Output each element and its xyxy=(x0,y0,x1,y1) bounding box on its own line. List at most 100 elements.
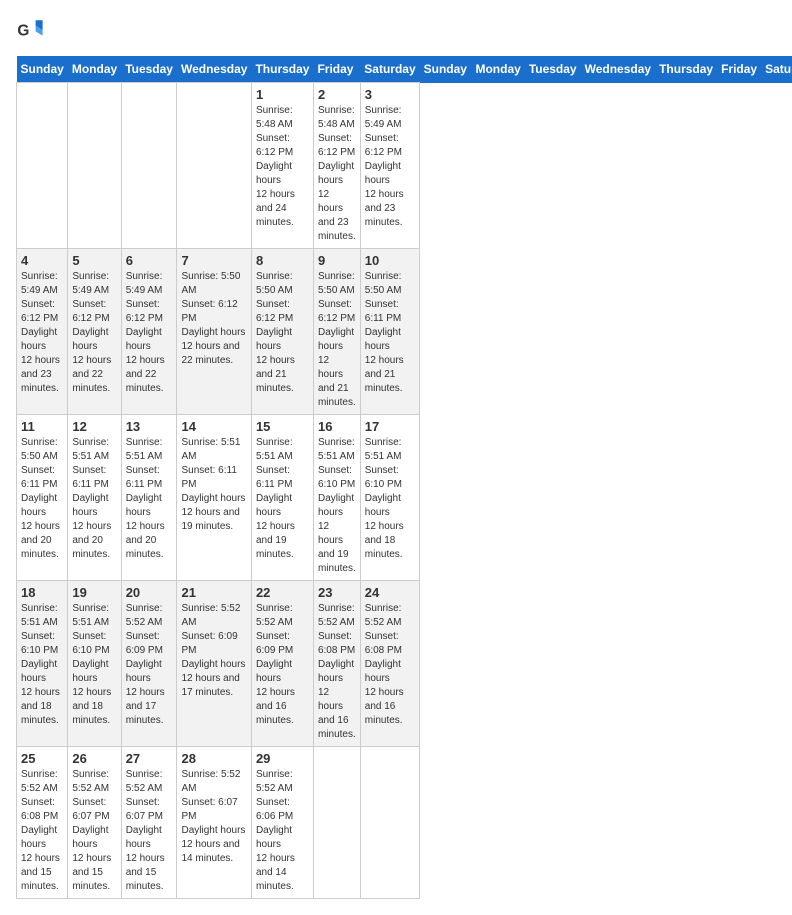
column-header-monday: Monday xyxy=(471,56,524,83)
day-info: Sunrise: 5:51 AM Sunset: 6:11 PM Dayligh… xyxy=(72,436,116,562)
day-info: Sunrise: 5:51 AM Sunset: 6:10 PM Dayligh… xyxy=(318,436,356,576)
logo: G xyxy=(16,16,48,44)
day-number: 8 xyxy=(256,253,309,268)
general-blue-icon: G xyxy=(16,16,44,44)
day-number: 29 xyxy=(256,751,309,766)
header-tuesday: Tuesday xyxy=(121,56,177,83)
day-number: 16 xyxy=(318,419,356,434)
calendar-cell: 1 Sunrise: 5:48 AM Sunset: 6:12 PM Dayli… xyxy=(251,83,313,249)
calendar-cell: 11 Sunrise: 5:50 AM Sunset: 6:11 PM Dayl… xyxy=(17,415,68,581)
day-info: Sunrise: 5:48 AM Sunset: 6:12 PM Dayligh… xyxy=(256,104,309,230)
calendar-cell: 28 Sunrise: 5:52 AM Sunset: 6:07 PM Dayl… xyxy=(177,747,251,899)
day-number: 26 xyxy=(72,751,116,766)
day-number: 12 xyxy=(72,419,116,434)
day-info: Sunrise: 5:48 AM Sunset: 6:12 PM Dayligh… xyxy=(318,104,356,244)
day-info: Sunrise: 5:52 AM Sunset: 6:09 PM Dayligh… xyxy=(126,602,173,728)
svg-text:G: G xyxy=(17,23,29,40)
day-number: 19 xyxy=(72,585,116,600)
calendar-cell xyxy=(360,747,419,899)
day-info: Sunrise: 5:52 AM Sunset: 6:07 PM Dayligh… xyxy=(181,768,246,866)
day-number: 2 xyxy=(318,87,356,102)
day-info: Sunrise: 5:52 AM Sunset: 6:08 PM Dayligh… xyxy=(21,768,63,894)
day-number: 24 xyxy=(365,585,415,600)
calendar-cell xyxy=(313,747,360,899)
calendar-cell: 24 Sunrise: 5:52 AM Sunset: 6:08 PM Dayl… xyxy=(360,581,419,747)
calendar-table: SundayMondayTuesdayWednesdayThursdayFrid… xyxy=(16,56,792,899)
day-number: 17 xyxy=(365,419,415,434)
day-number: 11 xyxy=(21,419,63,434)
day-number: 10 xyxy=(365,253,415,268)
day-info: Sunrise: 5:51 AM Sunset: 6:10 PM Dayligh… xyxy=(365,436,415,562)
day-info: Sunrise: 5:50 AM Sunset: 6:12 PM Dayligh… xyxy=(318,270,356,410)
day-number: 15 xyxy=(256,419,309,434)
calendar-cell: 2 Sunrise: 5:48 AM Sunset: 6:12 PM Dayli… xyxy=(313,83,360,249)
calendar-week-5: 25 Sunrise: 5:52 AM Sunset: 6:08 PM Dayl… xyxy=(17,747,792,899)
calendar-week-1: 1 Sunrise: 5:48 AM Sunset: 6:12 PM Dayli… xyxy=(17,83,792,249)
day-info: Sunrise: 5:52 AM Sunset: 6:09 PM Dayligh… xyxy=(181,602,246,700)
calendar-cell: 22 Sunrise: 5:52 AM Sunset: 6:09 PM Dayl… xyxy=(251,581,313,747)
day-info: Sunrise: 5:49 AM Sunset: 6:12 PM Dayligh… xyxy=(365,104,415,230)
day-number: 6 xyxy=(126,253,173,268)
calendar-cell: 20 Sunrise: 5:52 AM Sunset: 6:09 PM Dayl… xyxy=(121,581,177,747)
calendar-cell: 25 Sunrise: 5:52 AM Sunset: 6:08 PM Dayl… xyxy=(17,747,68,899)
calendar-cell: 26 Sunrise: 5:52 AM Sunset: 6:07 PM Dayl… xyxy=(68,747,121,899)
day-number: 23 xyxy=(318,585,356,600)
calendar-cell xyxy=(121,83,177,249)
calendar-cell: 23 Sunrise: 5:52 AM Sunset: 6:08 PM Dayl… xyxy=(313,581,360,747)
calendar-cell: 16 Sunrise: 5:51 AM Sunset: 6:10 PM Dayl… xyxy=(313,415,360,581)
day-info: Sunrise: 5:51 AM Sunset: 6:11 PM Dayligh… xyxy=(256,436,309,562)
column-header-saturday: Saturday xyxy=(761,56,792,83)
calendar-cell: 27 Sunrise: 5:52 AM Sunset: 6:07 PM Dayl… xyxy=(121,747,177,899)
column-header-thursday: Thursday xyxy=(655,56,717,83)
column-header-tuesday: Tuesday xyxy=(525,56,581,83)
calendar-cell: 13 Sunrise: 5:51 AM Sunset: 6:11 PM Dayl… xyxy=(121,415,177,581)
day-info: Sunrise: 5:52 AM Sunset: 6:06 PM Dayligh… xyxy=(256,768,309,894)
day-info: Sunrise: 5:51 AM Sunset: 6:11 PM Dayligh… xyxy=(181,436,246,534)
day-number: 22 xyxy=(256,585,309,600)
day-info: Sunrise: 5:52 AM Sunset: 6:09 PM Dayligh… xyxy=(256,602,309,728)
calendar-week-3: 11 Sunrise: 5:50 AM Sunset: 6:11 PM Dayl… xyxy=(17,415,792,581)
column-header-friday: Friday xyxy=(717,56,761,83)
calendar-cell xyxy=(68,83,121,249)
calendar-cell: 9 Sunrise: 5:50 AM Sunset: 6:12 PM Dayli… xyxy=(313,249,360,415)
calendar-cell: 3 Sunrise: 5:49 AM Sunset: 6:12 PM Dayli… xyxy=(360,83,419,249)
header-monday: Monday xyxy=(68,56,121,83)
calendar-cell: 14 Sunrise: 5:51 AM Sunset: 6:11 PM Dayl… xyxy=(177,415,251,581)
day-info: Sunrise: 5:51 AM Sunset: 6:10 PM Dayligh… xyxy=(72,602,116,728)
day-info: Sunrise: 5:52 AM Sunset: 6:07 PM Dayligh… xyxy=(72,768,116,894)
calendar-cell: 15 Sunrise: 5:51 AM Sunset: 6:11 PM Dayl… xyxy=(251,415,313,581)
day-number: 14 xyxy=(181,419,246,434)
day-number: 21 xyxy=(181,585,246,600)
day-info: Sunrise: 5:49 AM Sunset: 6:12 PM Dayligh… xyxy=(72,270,116,396)
header-sunday: Sunday xyxy=(17,56,68,83)
day-number: 20 xyxy=(126,585,173,600)
header-friday: Friday xyxy=(313,56,360,83)
day-info: Sunrise: 5:49 AM Sunset: 6:12 PM Dayligh… xyxy=(126,270,173,396)
day-number: 13 xyxy=(126,419,173,434)
calendar-cell: 10 Sunrise: 5:50 AM Sunset: 6:11 PM Dayl… xyxy=(360,249,419,415)
day-number: 27 xyxy=(126,751,173,766)
day-info: Sunrise: 5:52 AM Sunset: 6:08 PM Dayligh… xyxy=(318,602,356,742)
calendar-cell: 6 Sunrise: 5:49 AM Sunset: 6:12 PM Dayli… xyxy=(121,249,177,415)
calendar-cell: 7 Sunrise: 5:50 AM Sunset: 6:12 PM Dayli… xyxy=(177,249,251,415)
calendar-cell xyxy=(17,83,68,249)
calendar-cell: 29 Sunrise: 5:52 AM Sunset: 6:06 PM Dayl… xyxy=(251,747,313,899)
calendar-cell: 18 Sunrise: 5:51 AM Sunset: 6:10 PM Dayl… xyxy=(17,581,68,747)
day-info: Sunrise: 5:51 AM Sunset: 6:10 PM Dayligh… xyxy=(21,602,63,728)
calendar-cell: 12 Sunrise: 5:51 AM Sunset: 6:11 PM Dayl… xyxy=(68,415,121,581)
calendar-week-2: 4 Sunrise: 5:49 AM Sunset: 6:12 PM Dayli… xyxy=(17,249,792,415)
calendar-cell: 4 Sunrise: 5:49 AM Sunset: 6:12 PM Dayli… xyxy=(17,249,68,415)
day-number: 5 xyxy=(72,253,116,268)
day-number: 18 xyxy=(21,585,63,600)
day-info: Sunrise: 5:50 AM Sunset: 6:12 PM Dayligh… xyxy=(256,270,309,396)
day-number: 1 xyxy=(256,87,309,102)
day-number: 4 xyxy=(21,253,63,268)
day-info: Sunrise: 5:50 AM Sunset: 6:11 PM Dayligh… xyxy=(365,270,415,396)
calendar-week-4: 18 Sunrise: 5:51 AM Sunset: 6:10 PM Dayl… xyxy=(17,581,792,747)
day-info: Sunrise: 5:50 AM Sunset: 6:12 PM Dayligh… xyxy=(181,270,246,368)
column-header-wednesday: Wednesday xyxy=(581,56,655,83)
day-number: 3 xyxy=(365,87,415,102)
calendar-cell: 19 Sunrise: 5:51 AM Sunset: 6:10 PM Dayl… xyxy=(68,581,121,747)
calendar-cell: 8 Sunrise: 5:50 AM Sunset: 6:12 PM Dayli… xyxy=(251,249,313,415)
day-info: Sunrise: 5:52 AM Sunset: 6:07 PM Dayligh… xyxy=(126,768,173,894)
